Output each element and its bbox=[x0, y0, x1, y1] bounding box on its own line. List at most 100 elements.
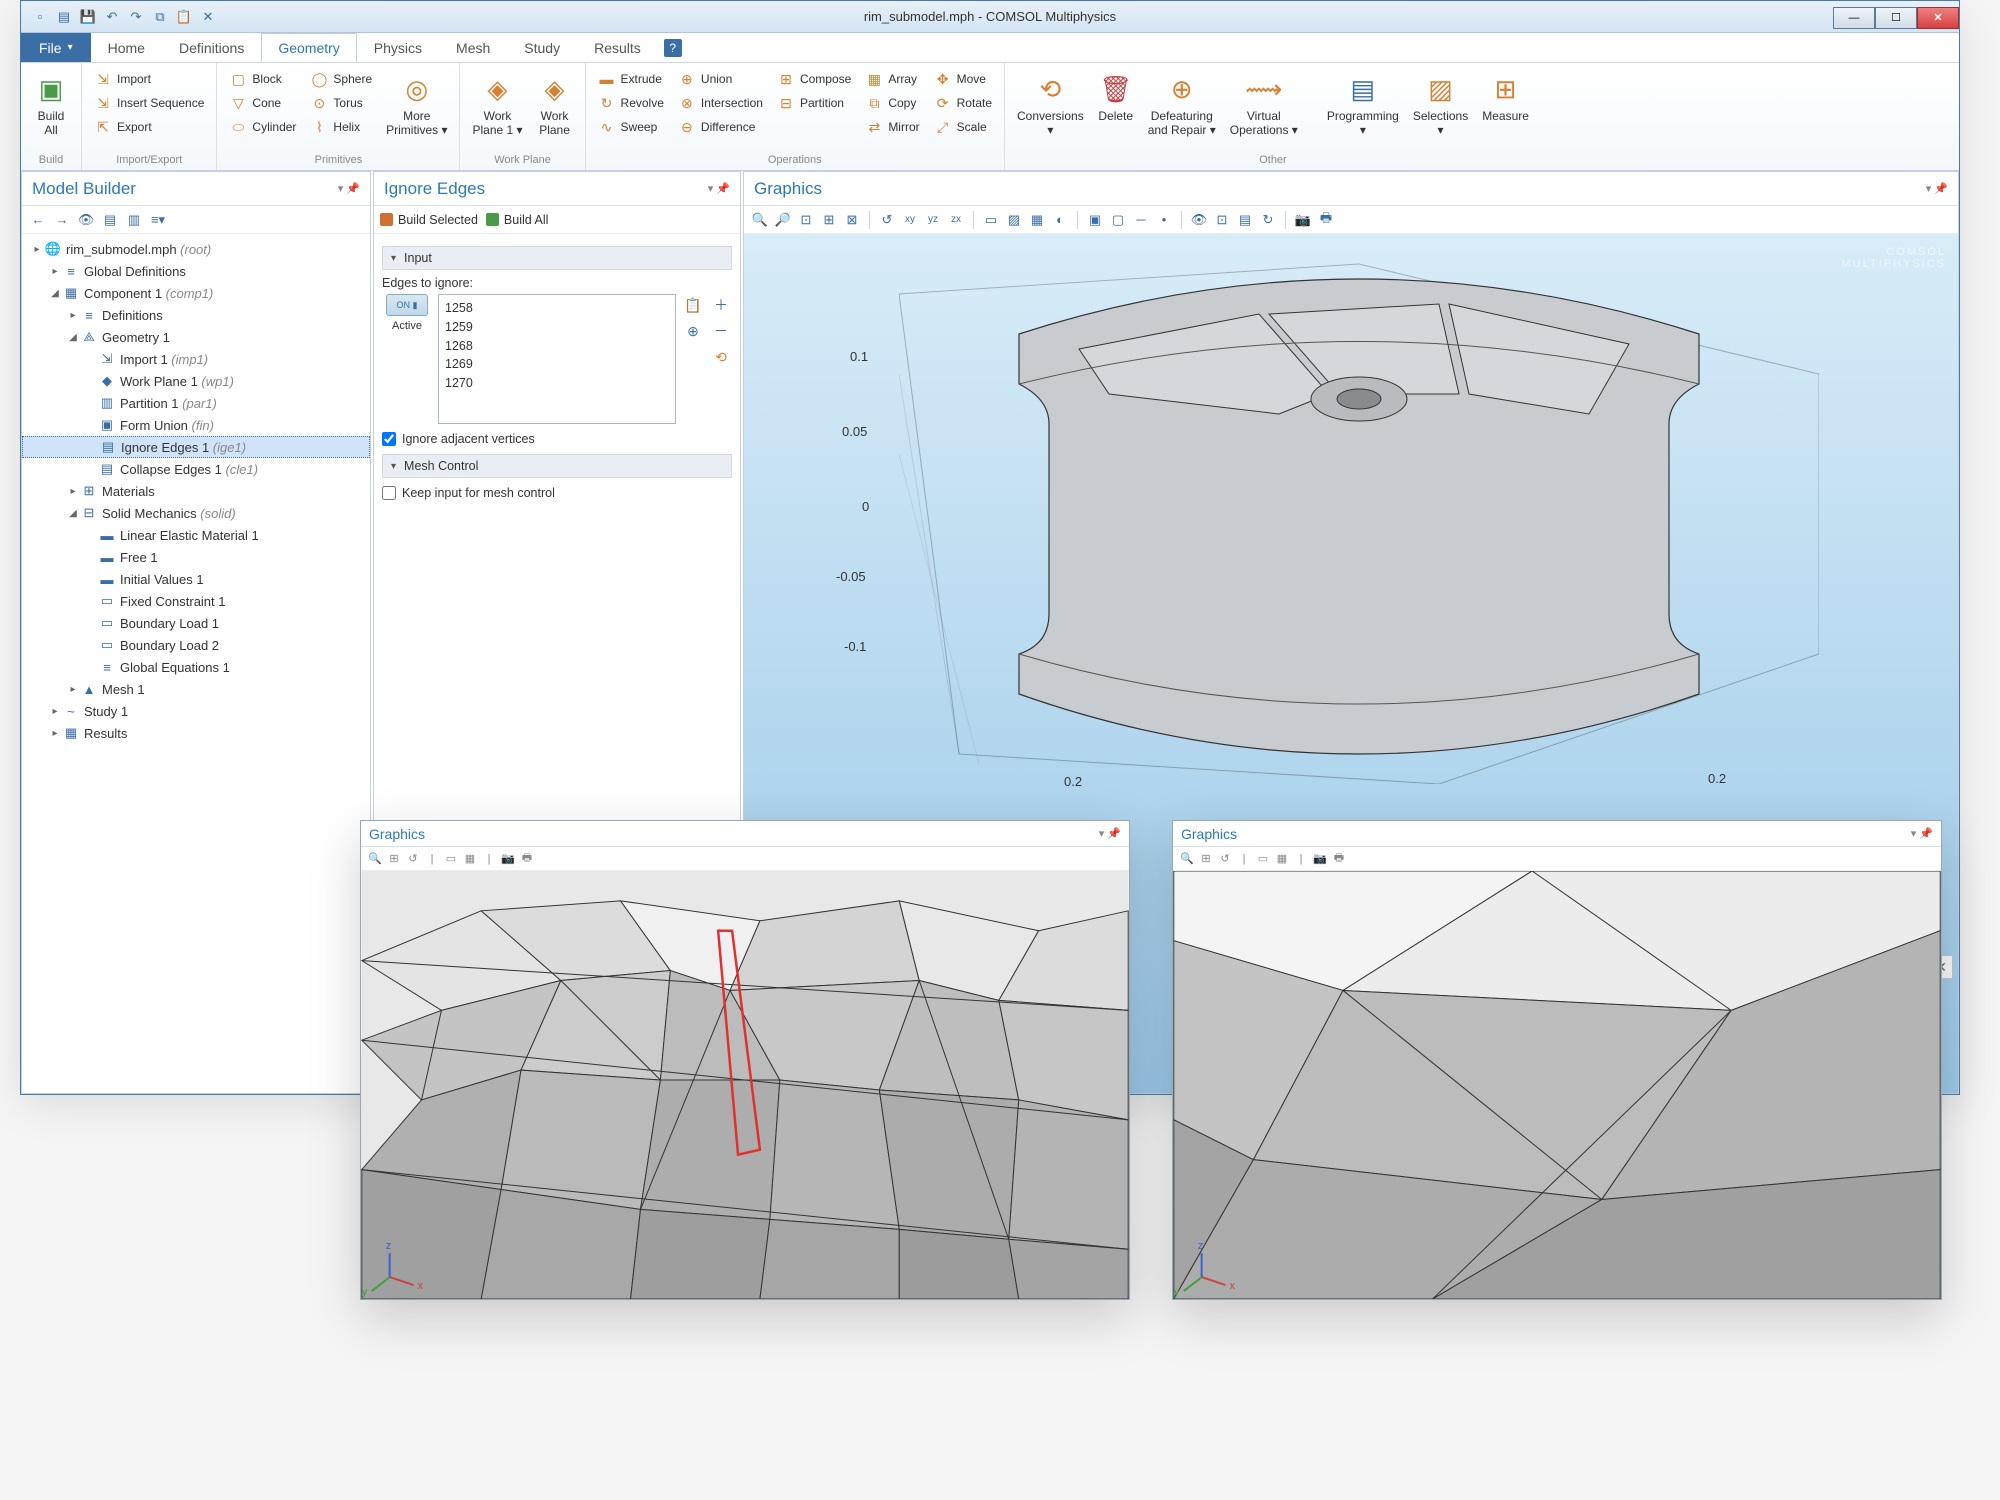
show-hidden-icon[interactable]: ⊡ bbox=[1212, 210, 1232, 230]
fl-extents-icon[interactable]: ⊞ bbox=[386, 851, 402, 867]
nav-fwd-icon[interactable]: → bbox=[52, 210, 72, 230]
zx-view-icon[interactable]: zx bbox=[946, 210, 966, 230]
qat-redo-icon[interactable]: ↷ bbox=[125, 6, 147, 28]
float-left-header[interactable]: Graphics ▾ 📌 bbox=[361, 821, 1129, 847]
difference-button[interactable]: ⊖Difference bbox=[672, 115, 769, 139]
tree-node[interactable]: ▸~Study 1 bbox=[22, 700, 370, 722]
float-right-pin[interactable]: ▾ 📌 bbox=[1911, 827, 1933, 840]
block-button[interactable]: ▢Block bbox=[223, 67, 302, 91]
edge-item[interactable]: 1268 bbox=[445, 337, 669, 356]
tree-node[interactable]: ▸🌐rim_submodel.mph (root) bbox=[22, 238, 370, 260]
tree-node[interactable]: ▭Fixed Constraint 1 bbox=[22, 590, 370, 612]
tab-physics[interactable]: Physics bbox=[357, 33, 439, 62]
keep-input-checkbox[interactable]: Keep input for mesh control bbox=[382, 486, 732, 500]
float-right-viewport[interactable]: x y z bbox=[1173, 871, 1941, 1299]
zoom-sel-icon[interactable]: ⊠ bbox=[842, 210, 862, 230]
work-plane-button[interactable]: ◈Work Plane bbox=[531, 67, 579, 142]
tree-toggle-icon[interactable]: ◢ bbox=[66, 332, 80, 343]
partition-button[interactable]: ⊟Partition bbox=[771, 91, 857, 115]
tab-home[interactable]: Home bbox=[91, 33, 162, 62]
select-boundary-icon[interactable]: ▢ bbox=[1108, 210, 1128, 230]
zoom-out-icon[interactable]: 🔎 bbox=[773, 210, 793, 230]
tree-toggle-icon[interactable]: ▸ bbox=[48, 728, 62, 739]
array-button[interactable]: ▦Array bbox=[859, 67, 925, 91]
select-domain-icon[interactable]: ▣ bbox=[1085, 210, 1105, 230]
tree-node[interactable]: ◢⊟Solid Mechanics (solid) bbox=[22, 502, 370, 524]
add-icon[interactable]: ＋ bbox=[710, 294, 732, 316]
fl-camera-icon[interactable]: 📷 bbox=[500, 851, 516, 867]
copy-button[interactable]: ⧉Copy bbox=[859, 91, 925, 115]
print-icon[interactable]: 🖶 bbox=[1316, 210, 1336, 230]
build-all-button[interactable]: ▣ Build All bbox=[27, 67, 75, 142]
tree-node[interactable]: ▸≡Definitions bbox=[22, 304, 370, 326]
reset-hiding-icon[interactable]: ↻ bbox=[1258, 210, 1278, 230]
float-graphics-right[interactable]: Graphics ▾ 📌 🔍 ⊞ ↺ | ▭ ▦ | 📷 🖶 bbox=[1172, 820, 1942, 1300]
zoom-in-icon[interactable]: 🔍 bbox=[750, 210, 770, 230]
selections-button[interactable]: ▨Selections ▾ bbox=[1407, 67, 1474, 142]
tab-geometry[interactable]: Geometry bbox=[261, 33, 356, 62]
ortho-icon[interactable]: ▭ bbox=[981, 210, 1001, 230]
view-menu-icon[interactable]: ▤ bbox=[1235, 210, 1255, 230]
more-primitives-button[interactable]: ◎ More Primitives ▾ bbox=[380, 67, 453, 142]
help-icon[interactable]: ? bbox=[664, 39, 682, 57]
mirror-button[interactable]: ⇄Mirror bbox=[859, 115, 925, 139]
tree-mode-icon[interactable]: ≡▾ bbox=[148, 210, 168, 230]
fr-wire-icon[interactable]: ▦ bbox=[1274, 851, 1290, 867]
maximize-button[interactable]: ☐ bbox=[1875, 7, 1917, 29]
qat-undo-icon[interactable]: ↶ bbox=[101, 6, 123, 28]
panel-pin-tools[interactable]: ▾ 📌 bbox=[338, 182, 360, 195]
tree-node[interactable]: ▬Free 1 bbox=[22, 546, 370, 568]
insert-sequence-button[interactable]: ⇲Insert Sequence bbox=[88, 91, 210, 115]
xy-view-icon[interactable]: xy bbox=[900, 210, 920, 230]
float-right-header[interactable]: Graphics ▾ 📌 bbox=[1173, 821, 1941, 847]
minimize-button[interactable]: — bbox=[1833, 7, 1875, 29]
tree-node[interactable]: ▸⊞Materials bbox=[22, 480, 370, 502]
float-graphics-left[interactable]: Graphics ▾ 📌 🔍 ⊞ ↺ | ▭ ▦ | 📷 🖶 bbox=[360, 820, 1130, 1300]
programming-button[interactable]: ▤Programming ▾ bbox=[1321, 67, 1405, 142]
cone-button[interactable]: ▽Cone bbox=[223, 91, 302, 115]
collapse-icon[interactable]: ▤ bbox=[100, 210, 120, 230]
virtual-ops-button[interactable]: ⟿Virtual Operations ▾ bbox=[1224, 67, 1304, 142]
tree-toggle-icon[interactable]: ▸ bbox=[48, 266, 62, 277]
tree-node[interactable]: ▸▲Mesh 1 bbox=[22, 678, 370, 700]
qat-copy-icon[interactable]: ⧉ bbox=[149, 6, 171, 28]
graphics-pin-tools[interactable]: ▾ 📌 bbox=[1926, 182, 1948, 195]
section-mesh-header[interactable]: Mesh Control bbox=[382, 454, 732, 478]
tree-node[interactable]: ▤Collapse Edges 1 (cle1) bbox=[22, 458, 370, 480]
lighting-icon[interactable]: ◐ bbox=[1050, 210, 1070, 230]
hide-icon[interactable]: 👁 bbox=[1189, 210, 1209, 230]
defeaturing-button[interactable]: ⊕Defeaturing and Repair ▾ bbox=[1142, 67, 1222, 142]
fl-print-icon[interactable]: 🖶 bbox=[519, 851, 535, 867]
tree-node[interactable]: ▭Boundary Load 2 bbox=[22, 634, 370, 656]
build-selected-button[interactable]: Build Selected bbox=[380, 213, 478, 227]
tree-toggle-icon[interactable]: ▸ bbox=[48, 706, 62, 717]
clear-icon[interactable]: ⟲ bbox=[710, 346, 732, 368]
tree-node[interactable]: ▥Partition 1 (par1) bbox=[22, 392, 370, 414]
import-button[interactable]: ⇲Import bbox=[88, 67, 210, 91]
work-plane-1-button[interactable]: ◈Work Plane 1 ▾ bbox=[466, 67, 528, 142]
tree-node[interactable]: ▸≡Global Definitions bbox=[22, 260, 370, 282]
float-left-pin[interactable]: ▾ 📌 bbox=[1099, 827, 1121, 840]
fr-ortho-icon[interactable]: ▭ bbox=[1255, 851, 1271, 867]
tree-toggle-icon[interactable]: ▸ bbox=[66, 310, 80, 321]
scale-button[interactable]: ⤢Scale bbox=[928, 115, 998, 139]
zoom-box-icon[interactable]: ⊡ bbox=[796, 210, 816, 230]
fl-ortho-icon[interactable]: ▭ bbox=[443, 851, 459, 867]
fr-zoom-icon[interactable]: 🔍 bbox=[1179, 851, 1195, 867]
tree-node[interactable]: ▸▦Results bbox=[22, 722, 370, 744]
settings-pin-tools[interactable]: ▾ 📌 bbox=[708, 182, 730, 195]
export-button[interactable]: ⇱Export bbox=[88, 115, 210, 139]
paste-selection-icon[interactable]: 📋 bbox=[682, 294, 704, 316]
tree-toggle-icon[interactable]: ▸ bbox=[66, 684, 80, 695]
model-tree[interactable]: ▸🌐rim_submodel.mph (root)▸≡Global Defini… bbox=[22, 234, 370, 1093]
intersection-button[interactable]: ⊗Intersection bbox=[672, 91, 769, 115]
helix-button[interactable]: ⌇Helix bbox=[304, 115, 378, 139]
qat-open-icon[interactable]: ▤ bbox=[53, 6, 75, 28]
tree-node[interactable]: ▭Boundary Load 1 bbox=[22, 612, 370, 634]
active-toggle[interactable]: ON ▮ bbox=[386, 294, 428, 316]
measure-button[interactable]: ⊞Measure bbox=[1476, 67, 1535, 127]
zoom-extents-icon[interactable]: ⊞ bbox=[819, 210, 839, 230]
nav-back-icon[interactable]: ← bbox=[28, 210, 48, 230]
tree-node[interactable]: ◢▦Component 1 (comp1) bbox=[22, 282, 370, 304]
tree-toggle-icon[interactable]: ◢ bbox=[66, 508, 80, 519]
